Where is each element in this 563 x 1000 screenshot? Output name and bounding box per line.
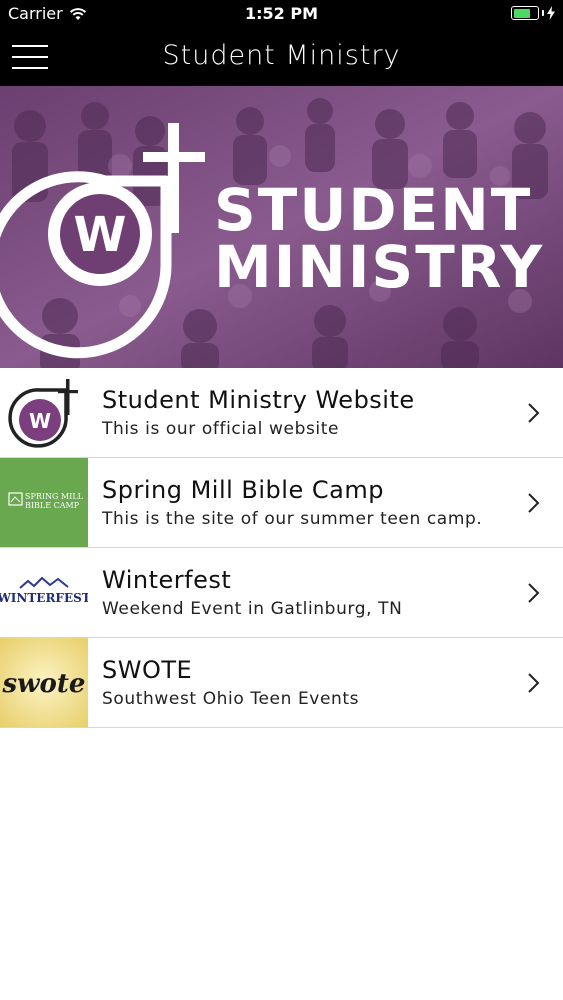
item-subtitle: This is our official website (102, 419, 340, 439)
item-title: Student Ministry Website (102, 386, 415, 414)
thumb-logo-letter: W (29, 409, 51, 433)
banner-line-2: MINISTRY (214, 232, 545, 301)
charging-bolt-icon (547, 6, 555, 20)
chevron-right-icon (528, 673, 540, 693)
item-title: SWOTE (102, 656, 193, 684)
item-subtitle: Weekend Event in Gatlinburg, TN (102, 599, 403, 619)
link-list: W Student Ministry Website This is our o… (0, 368, 563, 728)
banner-heading: STUDENT MINISTRY (214, 176, 545, 301)
battery-cap (542, 10, 544, 16)
list-item-student-ministry-website[interactable]: W Student Ministry Website This is our o… (0, 368, 563, 458)
banner-line-1: STUDENT (214, 176, 533, 244)
spring-mill-thumbnail: SPRING MILL BIBLE CAMP (0, 458, 88, 547)
student-ministry-banner: W STUDENT MINISTRY (0, 86, 563, 368)
status-bar: Carrier 1:52 PM (0, 0, 563, 28)
battery-icon (511, 6, 539, 20)
item-subtitle: Southwest Ohio Teen Events (102, 689, 360, 709)
page-title: Student Ministry (162, 40, 401, 71)
item-title: Winterfest (102, 566, 232, 594)
thumb-text: WINTERFEST (0, 591, 88, 605)
list-item-swote[interactable]: swote SWOTE Southwest Ohio Teen Events (0, 638, 563, 728)
item-title: Spring Mill Bible Camp (102, 476, 384, 504)
student-ministry-thumbnail: W (0, 368, 88, 457)
thumb-text-line-2: BIBLE CAMP (25, 501, 80, 510)
status-time: 1:52 PM (244, 4, 318, 23)
battery-fill (513, 8, 530, 18)
chevron-right-icon (528, 583, 540, 603)
swote-thumbnail: swote (0, 638, 88, 727)
chevron-right-icon (528, 403, 540, 423)
status-right (511, 6, 555, 20)
list-item-winterfest[interactable]: WINTERFEST Winterfest Weekend Event in G… (0, 548, 563, 638)
thumb-text-line-1: SPRING MILL (25, 492, 84, 501)
thumb-text: swote (2, 669, 86, 699)
winterfest-thumbnail: WINTERFEST (0, 548, 88, 637)
chevron-right-icon (528, 493, 540, 513)
nav-bar: Student Ministry (0, 28, 563, 86)
item-subtitle: This is the site of our summer teen camp… (102, 509, 483, 529)
list-item-spring-mill-bible-camp[interactable]: SPRING MILL BIBLE CAMP Spring Mill Bible… (0, 458, 563, 548)
logo-letter: W (74, 207, 127, 263)
